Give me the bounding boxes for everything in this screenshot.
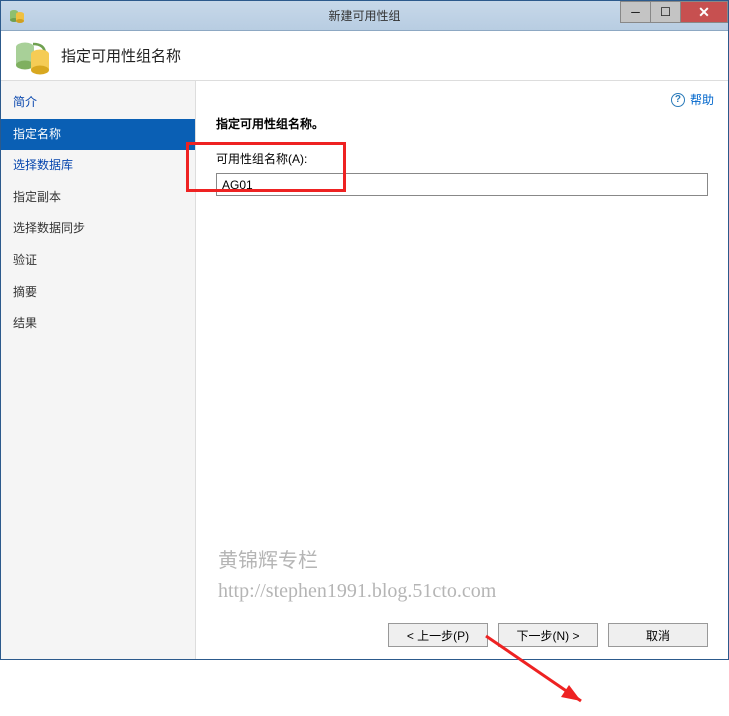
wizard-header-icon bbox=[13, 38, 49, 74]
help-link[interactable]: ? 帮助 bbox=[671, 91, 714, 108]
close-button[interactable]: ✕ bbox=[680, 1, 728, 23]
cancel-button[interactable]: 取消 bbox=[608, 623, 708, 647]
wizard-page-title: 指定可用性组名称 bbox=[61, 45, 181, 66]
wizard-sidebar: 简介指定名称选择数据库指定副本选择数据同步验证摘要结果 bbox=[1, 81, 196, 659]
titlebar: 新建可用性组 ─ ☐ ✕ bbox=[1, 1, 728, 31]
minimize-button[interactable]: ─ bbox=[620, 1, 650, 23]
sidebar-item-0[interactable]: 简介 bbox=[1, 87, 195, 119]
sidebar-item-6: 摘要 bbox=[1, 277, 195, 309]
wizard-footer: < 上一步(P) 下一步(N) > 取消 bbox=[216, 611, 708, 647]
sidebar-item-1[interactable]: 指定名称 bbox=[1, 119, 195, 151]
help-label: 帮助 bbox=[690, 91, 714, 108]
next-button[interactable]: 下一步(N) > bbox=[498, 623, 598, 647]
name-field-block: 可用性组名称(A): bbox=[216, 150, 708, 196]
name-field-label: 可用性组名称(A): bbox=[216, 150, 708, 167]
sidebar-item-3: 指定副本 bbox=[1, 182, 195, 214]
wizard-header: 指定可用性组名称 bbox=[1, 31, 728, 81]
wizard-body: 简介指定名称选择数据库指定副本选择数据同步验证摘要结果 ? 帮助 指定可用性组名… bbox=[1, 81, 728, 659]
instruction-text: 指定可用性组名称。 bbox=[216, 115, 708, 132]
sidebar-item-2[interactable]: 选择数据库 bbox=[1, 150, 195, 182]
wizard-window: 新建可用性组 ─ ☐ ✕ 指定可用性组名称 简介指定名称选择数据库指定副 bbox=[0, 0, 729, 660]
previous-button[interactable]: < 上一步(P) bbox=[388, 623, 488, 647]
window-controls: ─ ☐ ✕ bbox=[620, 1, 728, 23]
sidebar-item-5: 验证 bbox=[1, 245, 195, 277]
maximize-button[interactable]: ☐ bbox=[650, 1, 680, 23]
availability-group-name-input[interactable] bbox=[216, 173, 708, 196]
sidebar-item-7: 结果 bbox=[1, 308, 195, 340]
app-icon bbox=[9, 8, 25, 24]
window-title: 新建可用性组 bbox=[328, 7, 400, 24]
wizard-main: ? 帮助 指定可用性组名称。 可用性组名称(A): < 上一步(P) 下一步(N… bbox=[196, 81, 728, 659]
sidebar-item-4: 选择数据同步 bbox=[1, 213, 195, 245]
help-icon: ? bbox=[671, 93, 685, 107]
